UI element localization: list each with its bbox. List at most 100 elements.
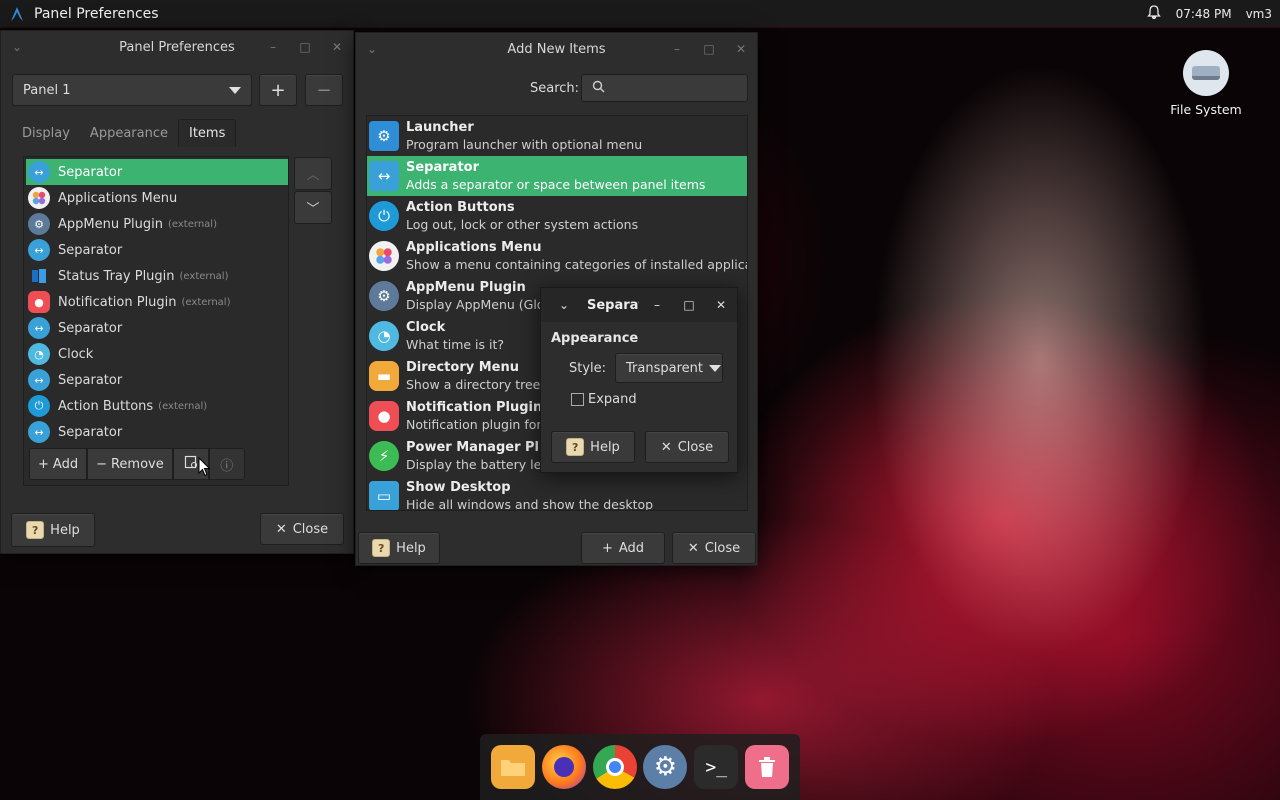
list-item[interactable]: ▭ Show Desktop Hide all windows and show … <box>367 476 747 510</box>
maximize-icon[interactable]: □ <box>693 33 725 65</box>
list-item[interactable]: Status Tray Plugin (external) <box>26 263 288 289</box>
trash-icon[interactable] <box>745 745 790 789</box>
help-button[interactable]: ? Help <box>551 431 635 463</box>
preferences-tabs: Display Appearance Items <box>12 119 237 147</box>
add-button[interactable]: + Add <box>581 532 665 564</box>
applications-menu-icon <box>369 241 399 271</box>
add-item-label: Add <box>52 456 79 472</box>
minus-icon: − <box>96 456 107 472</box>
help-button[interactable]: ? Help <box>358 532 440 564</box>
list-item-label: Separator <box>58 372 123 388</box>
file-manager-icon[interactable] <box>490 745 535 789</box>
close-icon[interactable]: ✕ <box>321 31 353 63</box>
desktop-icon-file-system[interactable]: File System <box>1164 50 1248 117</box>
list-item[interactable]: ⏻ Action Buttons Log out, lock or other s… <box>367 196 747 236</box>
list-item[interactable]: ↔ Separator Adds a separator or space bet… <box>367 156 747 196</box>
window-menu-icon[interactable]: ⌄ <box>356 33 388 65</box>
remove-item-button[interactable]: − Remove <box>87 448 173 480</box>
list-item[interactable]: ↔ Separator <box>26 367 288 393</box>
maximize-icon[interactable]: □ <box>673 289 705 321</box>
panel-preferences-window: ⌄ Panel Preferences – □ ✕ Panel 1 + − Di… <box>0 30 354 554</box>
list-item[interactable]: ⚙ AppMenu Plugin (external) <box>26 211 288 237</box>
list-item[interactable]: Applications Menu Show a menu containing … <box>367 236 747 276</box>
add-item-button[interactable]: + Add <box>29 448 88 480</box>
search-icon <box>592 80 605 97</box>
panel-preferences-titlebar[interactable]: ⌄ Panel Preferences – □ ✕ <box>1 31 353 63</box>
window-menu-icon[interactable]: ⌄ <box>1 31 33 63</box>
firefox-icon[interactable] <box>541 745 586 789</box>
close-button[interactable]: ✕ Close <box>645 431 729 463</box>
list-item[interactable]: ↔ Separator <box>26 419 288 445</box>
user-label[interactable]: vm3 <box>1246 7 1272 21</box>
arch-logo-icon[interactable] <box>0 0 34 28</box>
active-app-title[interactable]: Panel Preferences <box>34 6 159 22</box>
tab-appearance[interactable]: Appearance <box>80 119 178 147</box>
list-item-label: AppMenu Plugin <box>58 216 164 232</box>
list-item[interactable]: ● Notification Plugin (external) <box>26 289 288 315</box>
close-x-icon: ✕ <box>687 540 699 556</box>
item-description: Display AppMenu (Glob <box>406 297 553 312</box>
list-item[interactable]: ◔ Clock <box>26 341 288 367</box>
list-item-label: Notification Plugin <box>58 294 177 310</box>
applications-menu-icon <box>28 187 50 209</box>
separator-dialog-titlebar[interactable]: ⌄ Separat – □ ✕ <box>541 288 737 322</box>
close-label: Close <box>292 521 329 537</box>
list-item[interactable]: Applications Menu <box>26 185 288 211</box>
edit-icon <box>184 455 198 473</box>
tab-items[interactable]: Items <box>177 119 237 147</box>
about-item-button[interactable]: ⓘ <box>208 448 245 480</box>
show-desktop-icon: ▭ <box>369 481 399 510</box>
gear-icon: ⚙ <box>369 281 399 311</box>
search-input[interactable] <box>581 74 748 102</box>
dropdown-arrow-icon <box>708 364 721 372</box>
move-down-button[interactable]: ﹀ <box>294 191 332 224</box>
list-item[interactable]: ⚙ Launcher Program launcher with optional… <box>367 116 747 156</box>
panel-items-frame: ↔ Separator Applications Menu ⚙ AppMenu … <box>23 156 289 486</box>
minimize-icon[interactable]: – <box>641 289 673 321</box>
minimize-icon[interactable]: – <box>257 31 289 63</box>
list-item[interactable]: ↔ Separator <box>26 315 288 341</box>
items-toolbar: + Add − Remove ⓘ <box>26 447 245 481</box>
item-description: Log out, lock or other system actions <box>406 217 639 232</box>
help-icon: ? <box>26 521 45 539</box>
tab-display[interactable]: Display <box>12 119 80 147</box>
expand-checkbox[interactable]: Expand <box>571 392 637 407</box>
close-icon[interactable]: ✕ <box>725 33 757 65</box>
help-button[interactable]: ? Help <box>11 513 95 547</box>
close-icon[interactable]: ✕ <box>705 289 737 321</box>
list-item-label: Separator <box>58 242 123 258</box>
drive-icon <box>1183 50 1229 96</box>
minimize-icon[interactable]: – <box>661 33 693 65</box>
window-menu-icon[interactable]: ⌄ <box>541 289 587 321</box>
add-new-items-titlebar[interactable]: ⌄ Add New Items – □ ✕ <box>356 33 757 65</box>
desktop-icon-label: File System <box>1170 102 1242 117</box>
style-select[interactable]: Transparent <box>615 353 723 383</box>
plus-icon: + <box>601 540 613 556</box>
list-item[interactable]: ↔ Separator <box>26 159 288 185</box>
item-description: Program launcher with optional menu <box>406 137 643 152</box>
dialog-title: Separat <box>587 297 639 313</box>
close-button[interactable]: ✕ Close <box>672 532 756 564</box>
item-name: Show Desktop <box>406 480 511 495</box>
remove-panel-button[interactable]: − <box>305 74 343 106</box>
add-panel-button[interactable]: + <box>259 74 297 106</box>
dock: ⚙ >_ <box>480 734 800 800</box>
power-icon: ⏻ <box>369 201 399 231</box>
maximize-icon[interactable]: □ <box>289 31 321 63</box>
list-item[interactable]: ↔ Separator <box>26 237 288 263</box>
notification-bell-icon[interactable] <box>1146 4 1162 23</box>
external-tag: (external) <box>179 270 229 282</box>
clock-label[interactable]: 07:48 PM <box>1176 7 1232 21</box>
help-label: Help <box>396 540 426 556</box>
close-button[interactable]: ✕ Close <box>260 513 344 545</box>
list-item[interactable]: ⏻ Action Buttons (external) <box>26 393 288 419</box>
settings-icon[interactable]: ⚙ <box>643 745 688 789</box>
item-description: Notification plugin for t <box>406 417 551 432</box>
chrome-icon[interactable] <box>592 745 637 789</box>
move-up-button[interactable]: ︿ <box>294 157 332 190</box>
terminal-icon[interactable]: >_ <box>694 745 739 789</box>
item-description: What time is it? <box>406 337 504 352</box>
panel-select[interactable]: Panel 1 <box>12 74 252 106</box>
list-item-label: Separator <box>58 320 123 336</box>
clock-icon: ◔ <box>28 343 50 365</box>
